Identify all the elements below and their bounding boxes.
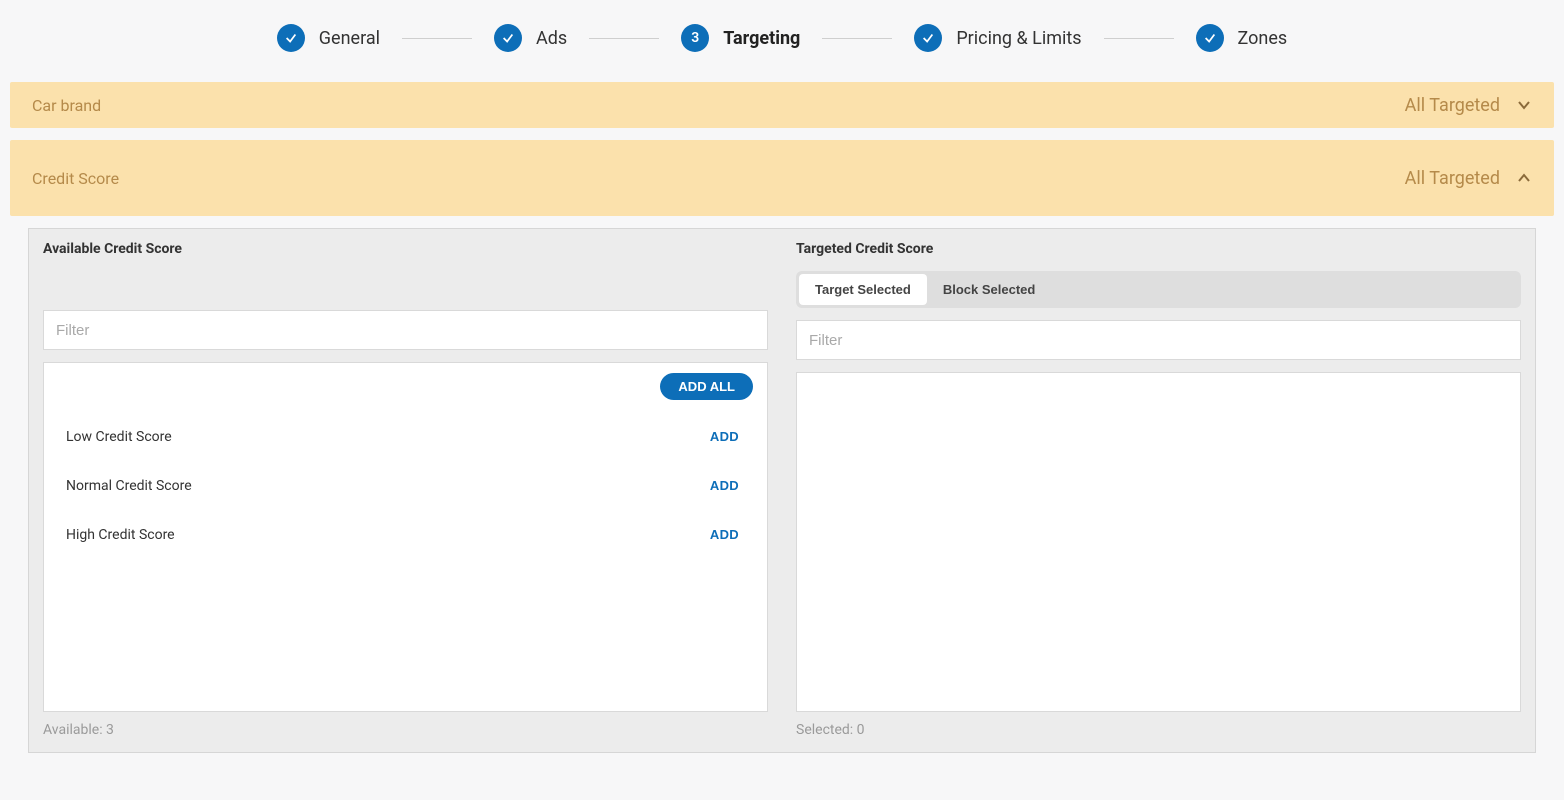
available-column: Available Credit Score ADD ALL Low Credi… bbox=[29, 229, 782, 752]
targeted-title: Targeted Credit Score bbox=[796, 241, 1521, 257]
available-count: Available: 3 bbox=[43, 722, 768, 738]
step-connector bbox=[402, 38, 472, 39]
target-block-toggle: Target Selected Block Selected bbox=[796, 271, 1521, 308]
step-label: Zones bbox=[1238, 28, 1288, 49]
wizard-stepper: General Ads 3 Targeting Pricing & Limits… bbox=[0, 0, 1564, 82]
targeted-column: Targeted Credit Score Target Selected Bl… bbox=[782, 229, 1535, 752]
section-title: Credit Score bbox=[32, 169, 119, 188]
available-listbox: ADD ALL Low Credit Score ADD Normal Cred… bbox=[43, 362, 768, 712]
step-label: Ads bbox=[536, 28, 567, 49]
available-item-label: High Credit Score bbox=[66, 527, 175, 543]
targeted-filter-input[interactable] bbox=[796, 320, 1521, 360]
available-title: Available Credit Score bbox=[43, 241, 768, 257]
section-credit-score[interactable]: Credit Score All Targeted bbox=[10, 140, 1554, 216]
section-status: All Targeted bbox=[1405, 95, 1500, 116]
section-status: All Targeted bbox=[1405, 168, 1500, 189]
step-connector bbox=[1104, 38, 1174, 39]
step-general[interactable]: General bbox=[277, 24, 380, 52]
available-item-label: Low Credit Score bbox=[66, 429, 172, 445]
step-zones[interactable]: Zones bbox=[1196, 24, 1288, 52]
section-title: Car brand bbox=[32, 96, 101, 115]
add-all-button[interactable]: ADD ALL bbox=[660, 373, 753, 400]
add-button[interactable]: ADD bbox=[704, 428, 745, 445]
available-item: Normal Credit Score ADD bbox=[58, 461, 753, 510]
step-label: General bbox=[319, 28, 380, 49]
chevron-down-icon bbox=[1516, 97, 1532, 113]
step-label: Pricing & Limits bbox=[956, 28, 1081, 49]
target-selected-toggle[interactable]: Target Selected bbox=[799, 274, 927, 305]
credit-score-panel: Available Credit Score ADD ALL Low Credi… bbox=[28, 228, 1536, 753]
step-number-badge: 3 bbox=[681, 24, 709, 52]
chevron-up-icon bbox=[1516, 170, 1532, 186]
step-pricing-limits[interactable]: Pricing & Limits bbox=[914, 24, 1081, 52]
step-label: Targeting bbox=[723, 28, 800, 49]
step-targeting[interactable]: 3 Targeting bbox=[681, 24, 800, 52]
step-connector bbox=[822, 38, 892, 39]
add-button[interactable]: ADD bbox=[704, 526, 745, 543]
section-car-brand[interactable]: Car brand All Targeted bbox=[10, 82, 1554, 128]
check-icon bbox=[1196, 24, 1224, 52]
add-button[interactable]: ADD bbox=[704, 477, 745, 494]
targeted-listbox bbox=[796, 372, 1521, 712]
available-item: Low Credit Score ADD bbox=[58, 412, 753, 461]
check-icon bbox=[494, 24, 522, 52]
available-filter-input[interactable] bbox=[43, 310, 768, 350]
step-connector bbox=[589, 38, 659, 39]
step-ads[interactable]: Ads bbox=[494, 24, 567, 52]
block-selected-toggle[interactable]: Block Selected bbox=[927, 274, 1052, 305]
available-item: High Credit Score ADD bbox=[58, 510, 753, 559]
check-icon bbox=[914, 24, 942, 52]
check-icon bbox=[277, 24, 305, 52]
selected-count: Selected: 0 bbox=[796, 722, 1521, 738]
available-item-label: Normal Credit Score bbox=[66, 478, 192, 494]
